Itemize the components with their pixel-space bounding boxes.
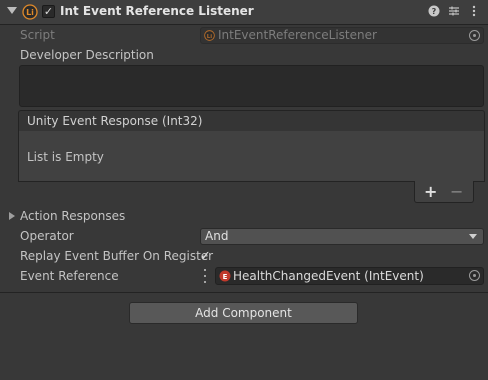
remove-item-button[interactable]: −	[450, 182, 463, 201]
event-reference-field[interactable]: E HealthChangedEvent (IntEvent)	[215, 267, 484, 285]
foldout-collapsed-icon[interactable]	[9, 212, 15, 220]
operator-value: And	[205, 229, 229, 243]
svg-text:E: E	[223, 273, 228, 281]
event-reference-value: HealthChangedEvent (IntEvent)	[233, 269, 424, 283]
svg-text:Li: Li	[26, 8, 34, 17]
event-reference-label: Event Reference	[20, 269, 119, 283]
context-menu-icon[interactable]	[466, 3, 482, 19]
event-response-header: Unity Event Response (Int32)	[18, 110, 485, 132]
operator-label: Operator	[20, 229, 74, 243]
object-picker-icon[interactable]	[469, 30, 480, 41]
replay-label: Replay Event Buffer On Register	[20, 249, 214, 263]
developer-description-label: Developer Description	[20, 48, 154, 62]
replay-checkbox[interactable]: ✓	[200, 249, 211, 264]
component-title: Int Event Reference Listener	[60, 4, 254, 18]
divider	[0, 292, 488, 293]
add-component-button[interactable]: Add Component	[129, 302, 358, 324]
operator-dropdown[interactable]: And	[200, 228, 484, 245]
add-item-button[interactable]: +	[424, 182, 437, 201]
action-responses-label[interactable]: Action Responses	[20, 209, 125, 223]
list-footer: + −	[414, 181, 474, 203]
help-icon[interactable]: ?	[426, 3, 442, 19]
event-response-empty-text: List is Empty	[27, 150, 104, 164]
developer-description-textarea[interactable]	[19, 65, 484, 107]
object-picker-icon[interactable]	[469, 270, 480, 281]
svg-text:Li: Li	[207, 34, 213, 40]
options-icon[interactable]	[203, 269, 207, 283]
foldout-expanded-icon[interactable]	[7, 7, 17, 14]
checkmark-icon: ✓	[200, 249, 211, 264]
svg-text:?: ?	[432, 7, 437, 16]
component-logo-icon: Li	[22, 4, 38, 20]
event-response-list: List is Empty	[18, 131, 485, 182]
script-field[interactable]: Li IntEventReferenceListener	[200, 27, 484, 44]
checkmark-icon: ✓	[43, 5, 54, 18]
component-enabled-checkbox[interactable]: ✓	[42, 5, 55, 18]
script-file-icon: Li	[204, 30, 215, 41]
presets-icon[interactable]	[446, 3, 462, 19]
event-response-title: Unity Event Response (Int32)	[27, 114, 203, 128]
dropdown-arrow-icon	[469, 234, 477, 239]
event-asset-icon: E	[219, 270, 231, 282]
script-value: IntEventReferenceListener	[218, 28, 377, 42]
script-label: Script	[20, 28, 55, 42]
